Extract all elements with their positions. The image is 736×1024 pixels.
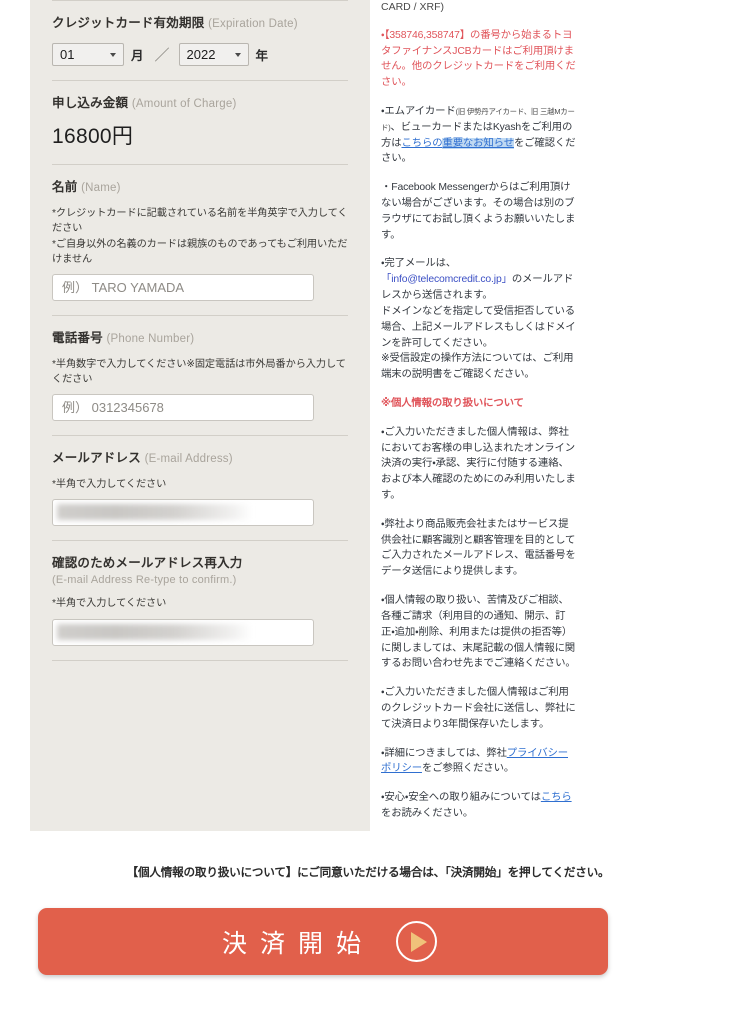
name-note: *クレジットカードに記載されている名前を半角英字で入力してください *ご自身以外… — [52, 208, 348, 265]
expiry-year-wrap: 2022 — [178, 42, 249, 66]
field-email: メールアドレス (E-mail Address) *半角で入力してください — [52, 436, 348, 540]
email-note: *半角で入力してください — [52, 479, 167, 491]
privacy-item: ・ご入力いただきました個人情報はご利用のクレジットカード会社に送信し、弊社にて決… — [381, 687, 576, 730]
name-label-ja: 名前 — [52, 180, 78, 195]
note-privacy-policy: ・詳細につきましては、弊社プライバシーポリシーをご参照ください。 — [381, 746, 577, 778]
start-payment-label: 決済開始 — [221, 929, 374, 958]
expiration-label: クレジットカード有効期限 (Expiration Date) — [52, 14, 348, 33]
support-email-address: 「info@telecomcredit.co.jp」 — [381, 274, 512, 286]
email-confirm-note: *半角で入力してください — [52, 598, 167, 610]
safety-link[interactable]: こちら — [541, 792, 572, 803]
safety-suffix: をお読みください。 — [381, 808, 474, 819]
note-jcb-text: 【358746,358747】の番号から始まるトヨタファイナンスJCBカードはご… — [381, 29, 576, 89]
note-mi-card: ・エムアイカード(旧 伊勢丹アイカード、旧 三越Mカード)、ビューカードまたはK… — [381, 104, 577, 167]
privacy-policy-prefix: ・詳細につきましては、弊社 — [381, 747, 507, 759]
privacy-policy-suffix: をご参照ください。 — [421, 763, 515, 775]
completion-mail-line1: ・完了メールは、 — [381, 258, 457, 270]
completion-mail-line4: ※受信設定の操作方法については、ご利用端末の説明書をご確認ください。 — [381, 353, 574, 381]
field-phone: 電話番号 (Phone Number) *半角数字で入力してください※固定電話は… — [52, 316, 348, 435]
field-name: 名前 (Name) *クレジットカードに記載されている名前を半角英字で入力してく… — [52, 165, 348, 315]
email-confirm-input[interactable] — [52, 618, 314, 646]
name-label: 名前 (Name) — [52, 178, 348, 197]
notes-column: CARD / XRF) ・【358746,358747】の番号から始まるトヨタフ… — [381, 0, 577, 835]
month-unit-label: 月 — [131, 48, 144, 63]
expiration-label-ja: クレジットカード有効期限 — [52, 16, 205, 30]
note-jcb-warning: ・【358746,358747】の番号から始まるトヨタファイナンスJCBカードは… — [381, 28, 577, 91]
amount-value: 16800円 — [52, 125, 134, 149]
email-label-en: (E-mail Address) — [144, 453, 233, 466]
privacy-item: ・ご入力いただきました個人情報は、弊社においてお客様の申し込まれたオンライン決済… — [381, 426, 576, 501]
email-input[interactable] — [52, 499, 314, 527]
email-confirm-input-wrap — [52, 618, 314, 646]
phone-input[interactable] — [52, 394, 314, 422]
email-input-wrap — [52, 499, 314, 527]
important-notice-link[interactable]: 重要なお知らせ — [442, 137, 514, 149]
play-icon — [396, 921, 437, 962]
field-expiration-date: クレジットカード有効期限 (Expiration Date) 01 月 ／ 20… — [52, 1, 348, 80]
note-safety: ・安心・安全への取り組みについてはこちらをお読みください。 — [381, 790, 577, 822]
privacy-item: ・弊社より商品販売会社またはサービス提供会社に顧客識別と顧客管理を目的としてご入… — [381, 518, 576, 578]
expiration-label-en: (Expiration Date) — [208, 18, 298, 30]
phone-label-en: (Phone Number) — [106, 333, 195, 346]
payment-form-page: クレジットカード有効期限 (Expiration Date) 01 月 ／ 20… — [0, 0, 736, 1024]
expiry-separator: ／ — [154, 46, 170, 64]
expiration-controls: 01 月 ／ 2022 年 — [52, 42, 348, 66]
expiry-month-select[interactable]: 01 — [52, 42, 124, 66]
email-label-ja: メールアドレス — [52, 451, 141, 466]
phone-label: 電話番号 (Phone Number) — [52, 329, 348, 348]
year-unit-label: 年 — [255, 48, 269, 63]
note-facebook-messenger: ・Facebook Messengerからはご利用頂けない場合がございます。その… — [381, 182, 576, 241]
amount-label-en: (Amount of Charge) — [131, 97, 237, 110]
consent-text: 【個人情報の取り扱いについて】にご同意いただける場合は、「決済開始」を押してくだ… — [126, 866, 610, 879]
start-payment-button[interactable]: 決済開始 — [38, 908, 608, 975]
amount-label: 申し込み金額 (Amount of Charge) — [52, 94, 348, 113]
completion-mail-line3: ドメインなどを指定して受信拒否している場合、上記メールアドレスもしくはドメインを… — [381, 305, 576, 349]
cut-off-line: CARD / XRF) — [381, 1, 444, 13]
privacy-heading: ※個人情報の取り扱いについて — [381, 397, 524, 409]
mi-card-link[interactable]: こちらの — [401, 138, 442, 149]
name-label-en: (Name) — [81, 182, 121, 195]
divider — [52, 659, 348, 661]
expiry-month-wrap: 01 — [52, 42, 124, 66]
play-triangle-icon — [411, 931, 427, 952]
field-amount: 申し込み金額 (Amount of Charge) 16800円 — [52, 81, 348, 165]
note-completion-mail: ・完了メールは、 「info@telecomcredit.co.jp」のメールア… — [381, 256, 577, 383]
email-confirm-label: 確認のためメールアドレス再入力 (E-mail Address Re-type … — [52, 554, 348, 587]
email-confirm-label-en: (E-mail Address Re-type to confirm.) — [52, 573, 237, 586]
phone-label-ja: 電話番号 — [52, 331, 103, 346]
email-label: メールアドレス (E-mail Address) — [52, 449, 348, 468]
phone-note: *半角数字で入力してください※固定電話は市外局番から入力してください — [52, 358, 346, 386]
name-input[interactable] — [52, 274, 314, 302]
privacy-item: ・個人情報の取り扱い、苦情及びご相談、各種ご請求（利用目的の通知、開示、訂正・追… — [381, 595, 576, 670]
note-mi-lead: エムアイカード — [384, 105, 456, 117]
expiry-year-select[interactable]: 2022 — [178, 42, 249, 66]
payment-form-panel: クレジットカード有効期限 (Expiration Date) 01 月 ／ 20… — [30, 0, 370, 831]
email-confirm-label-ja: 確認のためメールアドレス再入力 — [52, 556, 243, 571]
amount-label-ja: 申し込み金額 — [52, 95, 129, 110]
field-email-confirm: 確認のためメールアドレス再入力 (E-mail Address Re-type … — [52, 541, 348, 659]
safety-prefix: ・安心・安全への取り組みについては — [381, 792, 541, 804]
